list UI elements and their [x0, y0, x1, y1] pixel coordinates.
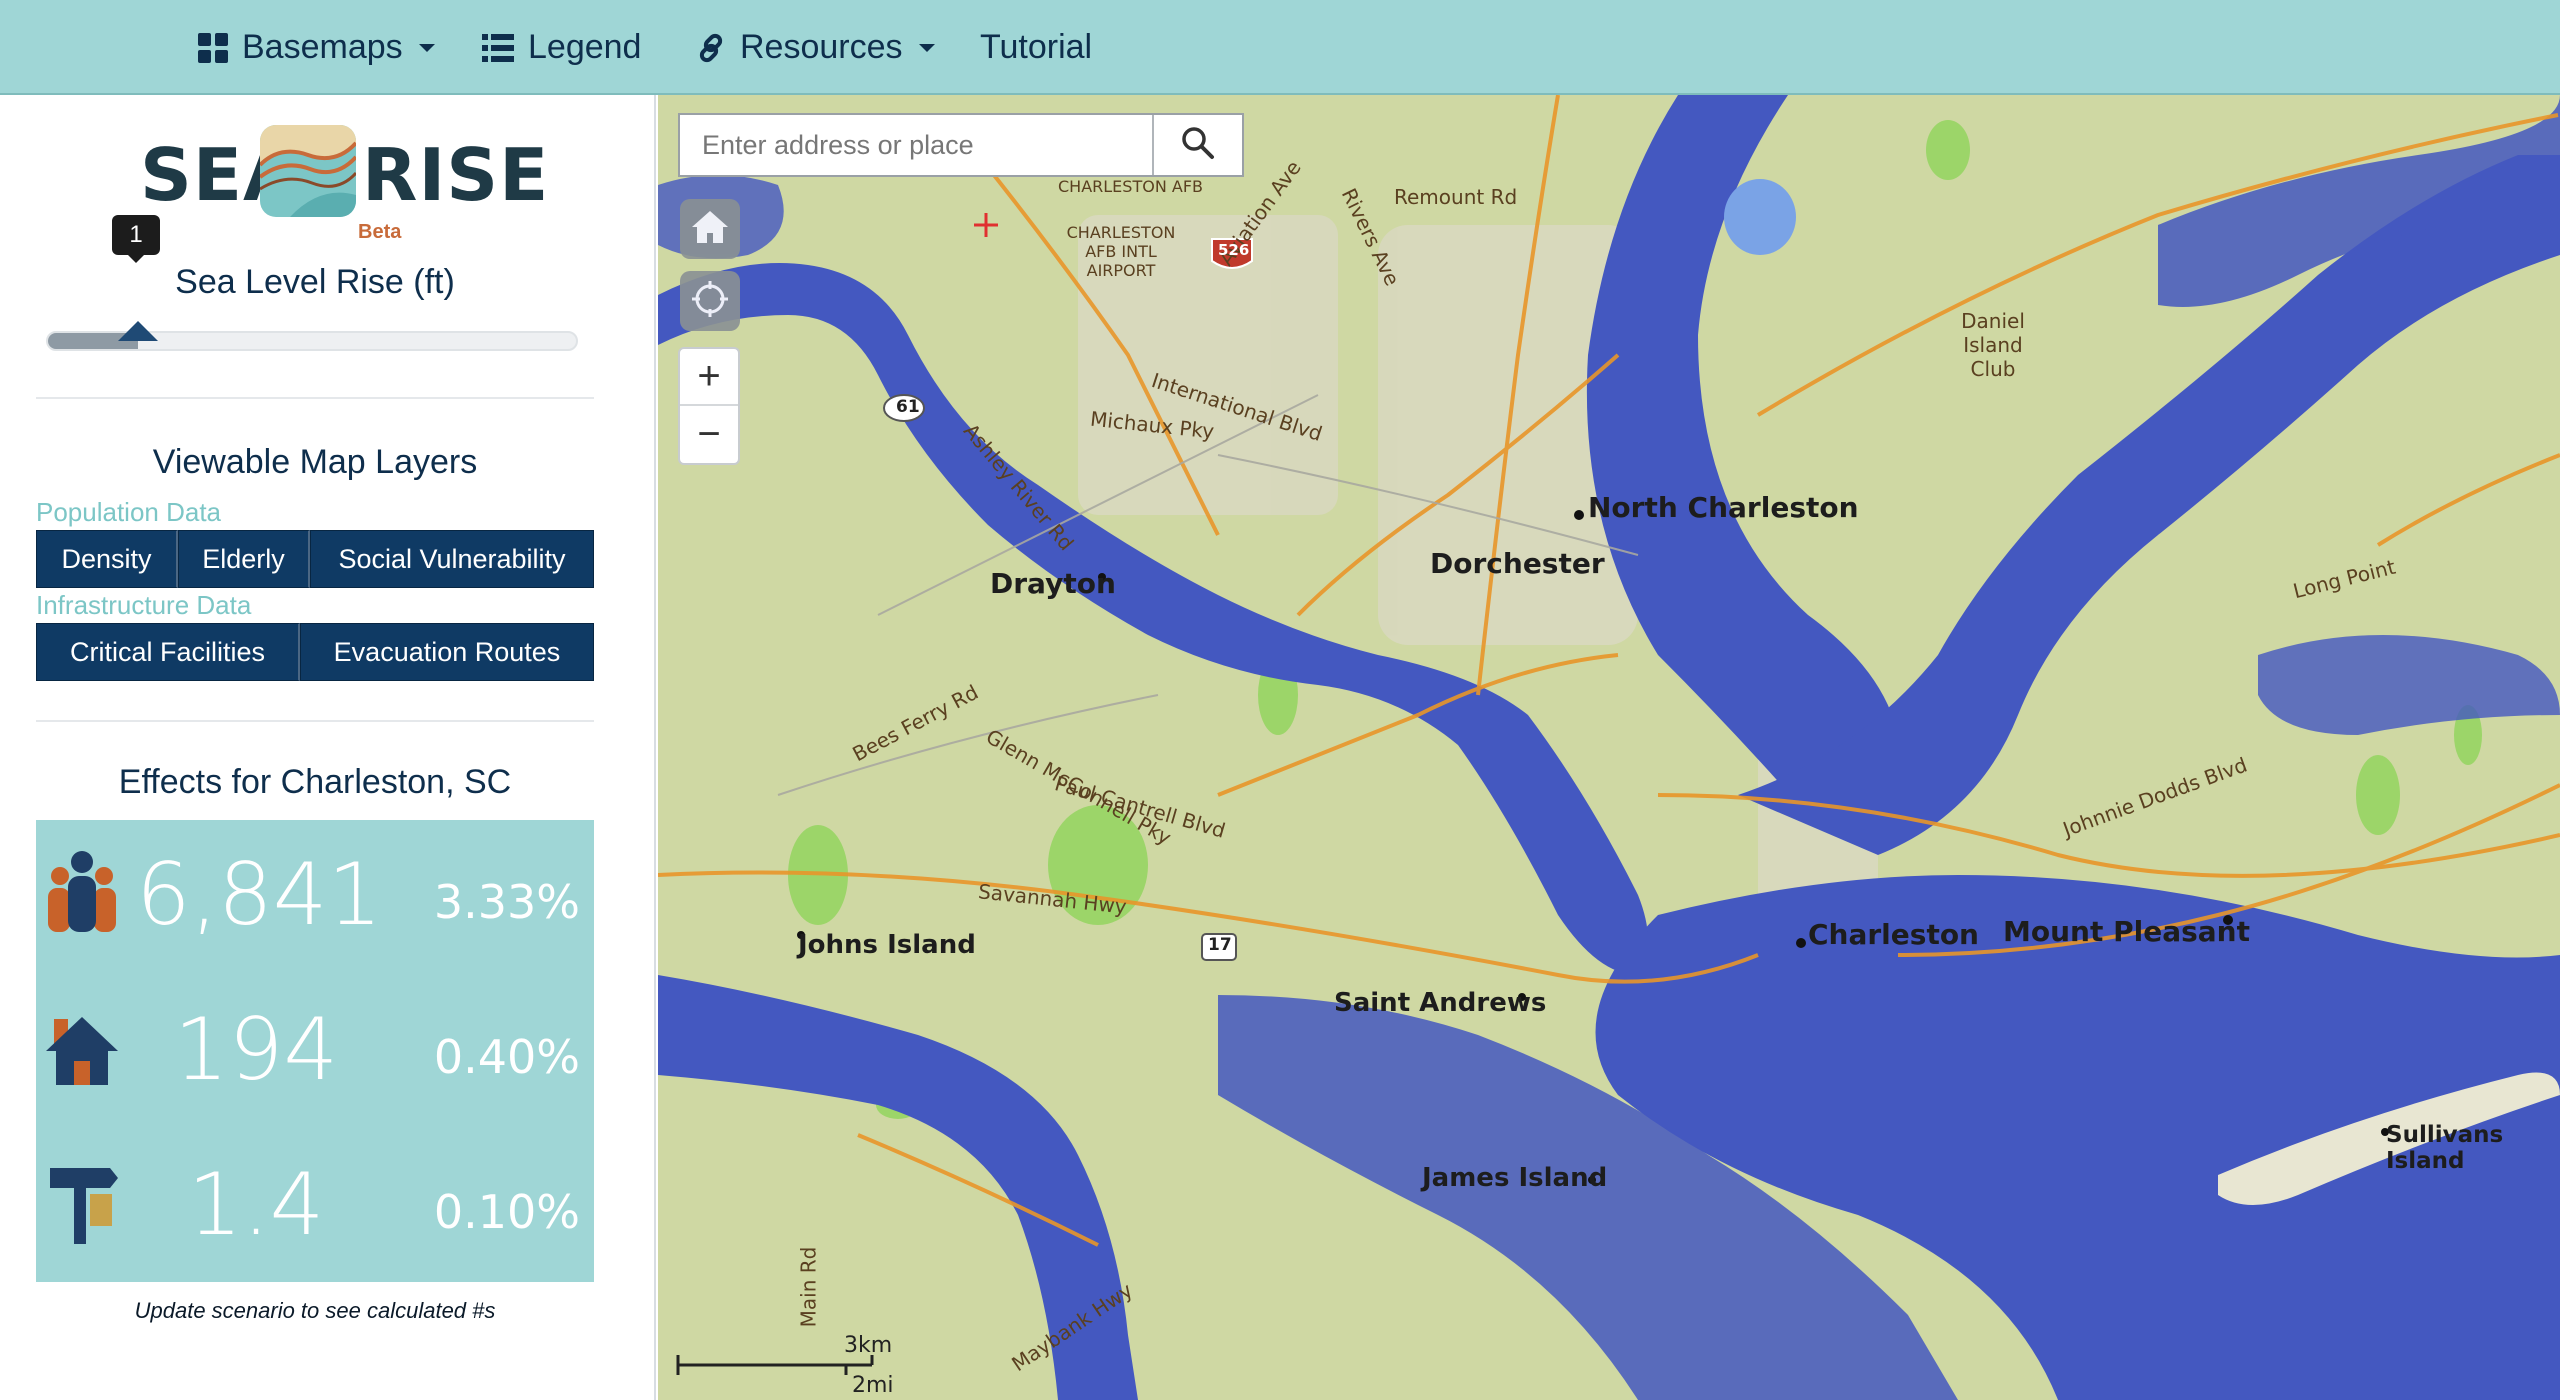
label-charleston: Charleston: [1808, 918, 1979, 951]
sea-rise-logo: SEA RISE Beta: [140, 125, 548, 243]
effect-row-roads: 1.4 0.10%: [36, 1130, 594, 1280]
link-icon: [696, 33, 726, 63]
home-icon: [691, 209, 729, 250]
label-james-island: James Island: [1422, 1163, 1608, 1193]
label-mount-pleasant: Mount Pleasant: [2003, 915, 2250, 948]
crosshair-icon: [690, 279, 730, 324]
zoom-control: + −: [678, 347, 740, 465]
scale-km-label: 3km: [844, 1333, 893, 1358]
house-icon: [46, 1003, 118, 1093]
resources-label: Resources: [740, 28, 903, 66]
logo-word-rise: RISE: [362, 133, 550, 217]
infrastructure-data-label: Infrastructure Data: [36, 590, 252, 620]
affected-housing-percent: 0.40%: [433, 1030, 580, 1084]
locate-button[interactable]: [680, 271, 740, 331]
label-saint-andrews: Saint Andrews: [1334, 988, 1547, 1018]
chevron-down-icon: [918, 43, 935, 52]
tutorial-label: Tutorial: [980, 28, 1093, 66]
slider-value-tooltip: 1: [112, 215, 160, 263]
critical-facilities-button[interactable]: Critical Facilities: [36, 623, 300, 681]
label-dorchester: Dorchester: [1430, 547, 1605, 580]
affected-roads-value: 1.4: [187, 1155, 325, 1255]
effect-row-housing: 194 0.40%: [36, 975, 594, 1125]
population-button-group: Density Elderly Social Vulnerability: [36, 530, 594, 588]
legend-menu[interactable]: Legend: [482, 0, 641, 95]
slider-handle[interactable]: [117, 321, 158, 341]
search-input[interactable]: [680, 115, 1152, 175]
effects-panel: 6,841 3.33% 194 0.40% 1.4 0.10%: [36, 820, 594, 1282]
evacuation-routes-button[interactable]: Evacuation Routes: [300, 623, 594, 681]
label-route-61: 61: [896, 397, 920, 417]
road-sign-icon: [46, 1158, 118, 1248]
divider: [36, 720, 594, 722]
home-button[interactable]: [680, 199, 740, 259]
top-navbar: Basemaps Legend Resources Tutorial: [0, 0, 2560, 95]
map-layers-title: Viewable Map Layers: [152, 443, 478, 481]
search-button[interactable]: [1152, 115, 1242, 175]
list-icon: [482, 33, 514, 62]
update-scenario-note: Update scenario to see calculated #s: [134, 1298, 496, 1323]
topo-map-icon: [260, 125, 356, 217]
elderly-button[interactable]: Elderly: [178, 530, 310, 588]
label-sullivans-island: Sullivans Island: [2386, 1122, 2504, 1174]
basemaps-menu[interactable]: Basemaps: [198, 0, 435, 95]
zoom-in-button[interactable]: +: [680, 349, 738, 406]
grid-icon: [198, 32, 228, 63]
chevron-down-icon: [418, 43, 435, 52]
label-remount-rd: Remount Rd: [1394, 185, 1518, 209]
sidebar-panel: SEA RISE Beta 1 Sea Level Rise (ft) View…: [0, 95, 656, 1400]
affected-population-percent: 3.33%: [433, 875, 580, 929]
tutorial-link[interactable]: Tutorial: [980, 0, 1092, 95]
effects-title: Effects for Charleston, SC: [118, 763, 512, 801]
resources-menu[interactable]: Resources: [696, 0, 935, 95]
density-button[interactable]: Density: [36, 530, 178, 588]
label-drayton: Drayton: [990, 567, 1116, 600]
map-view[interactable]: North Charleston Dorchester Drayton Char…: [658, 95, 2560, 1400]
people-icon: [46, 848, 118, 938]
map-search: [678, 113, 1244, 177]
beta-tag: Beta: [358, 221, 402, 243]
label-daniel-island-club: Daniel Island Club: [1961, 309, 2025, 381]
sea-level-slider[interactable]: [46, 321, 578, 351]
label-route-526: 526: [1218, 241, 1250, 259]
search-icon: [1181, 126, 1215, 165]
affected-population-value: 6,841: [136, 845, 383, 945]
basemaps-label: Basemaps: [242, 28, 403, 66]
social-vulnerability-button[interactable]: Social Vulnerability: [310, 530, 594, 588]
divider: [36, 397, 594, 399]
affected-housing-value: 194: [173, 1000, 339, 1100]
infrastructure-button-group: Critical Facilities Evacuation Routes: [36, 623, 594, 681]
affected-roads-percent: 0.10%: [433, 1185, 580, 1239]
population-data-label: Population Data: [36, 497, 222, 527]
zoom-out-button[interactable]: −: [680, 406, 738, 463]
scale-mi-label: 2mi: [852, 1373, 894, 1398]
effect-row-people: 6,841 3.33%: [36, 820, 594, 970]
map-canvas[interactable]: [658, 95, 2560, 1400]
scale-bar: 3km 2mi: [676, 1325, 894, 1398]
sea-level-rise-title: Sea Level Rise (ft): [175, 263, 455, 301]
label-main-rd: Main Rd: [796, 1246, 821, 1328]
label-north-charleston: North Charleston: [1588, 491, 1859, 524]
label-charleston-afb-airport: CHARLESTON AFB INTL AIRPORT: [1066, 223, 1176, 280]
legend-label: Legend: [528, 28, 642, 66]
label-route-17: 17: [1208, 935, 1232, 955]
label-charleston-afb: CHARLESTON AFB: [1058, 177, 1203, 196]
label-johns-island: Johns Island: [798, 930, 976, 960]
